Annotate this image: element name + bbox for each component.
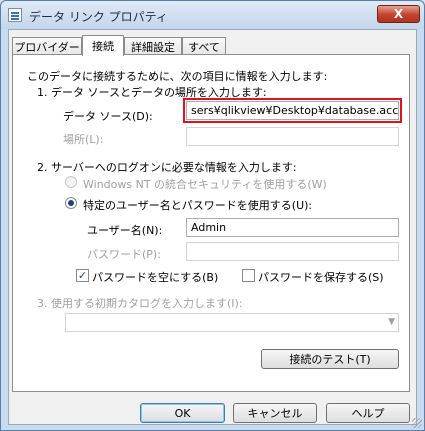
tab-all[interactable]: すべて [182,37,226,55]
close-button[interactable]: X [377,5,420,23]
blank-password-checkbox[interactable]: ✓ [76,269,89,282]
username-label: ユーザー名(N): [87,224,163,237]
windows-nt-label: Windows NT の統合セキュリティを使用する(W) [83,178,327,191]
ok-button[interactable]: OK [140,403,225,423]
username-input[interactable]: Admin [186,218,399,237]
chevron-down-icon[interactable]: ▼ [388,317,395,327]
save-password-checkbox[interactable] [242,269,255,282]
initial-catalog-combo[interactable]: ▼ [65,313,399,332]
window-title: データ リンク プロパティ [29,10,168,24]
specific-user-radio[interactable] [65,197,77,209]
instruction-text: このデータに接続するために、次の項目に情報を入力します: [27,70,328,83]
location-label: 場所(L): [63,133,104,146]
dialog-client: プロバイダー 接続 詳細設定 すべて このデータに接続するために、次の項目に情報… [8,29,422,428]
data-link-properties-window: データ リンク プロパティ X プロバイダー 接続 詳細設定 すべて このデータ… [0,0,425,431]
step2-label: 2. サーバーへのログオンに必要な情報を入力します: [37,161,297,174]
datasource-input[interactable]: sers¥qlikview¥Desktop¥database.accdb [186,101,399,120]
tab-connection[interactable]: 接続 [82,35,124,56]
resize-grip-icon[interactable] [412,418,422,428]
save-password-label: パスワードを保存する(S) [258,271,384,284]
connection-panel: このデータに接続するために、次の項目に情報を入力します: 1. データ ソースと… [12,54,410,392]
specific-user-label: 特定のユーザー名とパスワードを使用する(U): [83,199,313,212]
step3-label: 3. 使用する初期カタログを入力します(I): [37,297,243,310]
tab-provider[interactable]: プロバイダー [12,37,82,55]
help-button[interactable]: ヘルプ [326,403,410,423]
datasource-label: データ ソース(D): [63,110,153,123]
password-input[interactable] [186,242,399,261]
windows-nt-radio[interactable] [65,176,77,188]
tab-advanced[interactable]: 詳細設定 [124,37,182,55]
password-label: パスワード(P): [87,248,161,261]
cancel-button[interactable]: キャンセル [233,403,317,423]
blank-password-label: パスワードを空にする(B) [92,271,219,284]
title-bar[interactable]: データ リンク プロパティ X [1,1,424,29]
test-connection-button[interactable]: 接続のテスト(T) [261,349,399,369]
window-icon [8,8,22,22]
location-input[interactable] [186,127,399,146]
